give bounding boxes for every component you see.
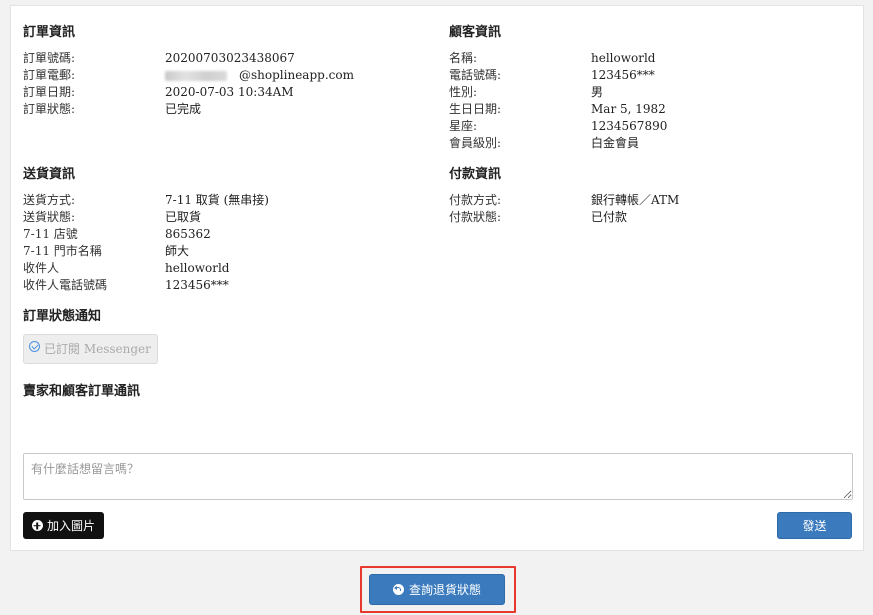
store-name-label: 7-11 門市名稱 [23,244,102,258]
store-number-value: 865362 [165,227,211,241]
customer-name-row: 名稱: helloworld [449,50,667,67]
send-button[interactable]: 發送 [777,512,852,539]
plus-circle-icon [31,520,43,531]
store-name-row: 7-11 門市名稱 師大 [23,243,269,260]
order-date-label: 訂單日期: [23,85,76,99]
redacted-email-user [165,70,227,81]
delivery-method-label: 送貨方式: [23,193,76,207]
customer-phone-value: 123456*** [591,68,655,82]
delivery-info-section: 送貨資訊 送貨方式: 7-11 取貨 (無串接) 送貨狀態: 已取貨 7-11 … [23,165,269,294]
return-status-button[interactable]: 查詢退貨狀態 [369,574,505,605]
customer-tier-row: 會員級別: 白金會員 [449,135,667,152]
payment-method-row: 付款方式: 銀行轉帳／ATM [449,192,679,209]
order-email-value: @shoplineapp.com [239,68,354,82]
recipient-label: 收件人 [23,261,60,275]
customer-info-title: 顧客資訊 [449,25,502,40]
customer-zodiac-label: 星座: [449,119,478,133]
customer-name-label: 名稱: [449,51,478,65]
customer-info-section: 顧客資訊 名稱: helloworld 電話號碼: 123456*** 性別: … [449,23,667,152]
order-email-row: 訂單電郵: @shoplineapp.com [23,67,354,84]
customer-tier-label: 會員級別: [449,136,502,150]
payment-status-value: 已付款 [591,210,628,224]
order-email-value-wrap: @shoplineapp.com [165,67,354,84]
return-status-label: 查詢退貨狀態 [408,583,481,597]
messenger-subscribed-button: 已訂閱 Messenger [23,334,158,364]
notification-section: 訂單狀態通知 [23,307,101,334]
customer-birthday-row: 生日日期: Mar 5, 1982 [449,101,667,118]
customer-birthday-label: 生日日期: [449,102,502,116]
order-info-title: 訂單資訊 [23,25,76,40]
check-circle-icon [29,340,40,352]
messaging-title: 賣家和顧客訂單通訊 [23,384,141,399]
customer-zodiac-value: 1234567890 [591,119,668,133]
customer-name-value: helloworld [591,51,656,65]
customer-phone-row: 電話號碼: 123456*** [449,67,667,84]
delivery-method-row: 送貨方式: 7-11 取貨 (無串接) [23,192,269,209]
customer-tier-value: 白金會員 [591,136,640,150]
order-status-label: 訂單狀態: [23,102,76,116]
store-number-label: 7-11 店號 [23,227,78,241]
delivery-info-title: 送貨資訊 [23,167,76,182]
add-image-label: 加入圖片 [46,519,95,533]
notification-title: 訂單狀態通知 [23,309,102,324]
add-image-button[interactable]: 加入圖片 [23,512,104,539]
payment-status-row: 付款狀態: 已付款 [449,209,679,226]
delivery-status-value: 已取貨 [165,210,202,224]
payment-info-title: 付款資訊 [449,167,502,182]
order-number-label: 訂單號碼: [23,51,76,65]
payment-status-label: 付款狀態: [449,210,502,224]
recipient-row: 收件人 helloworld [23,260,269,277]
order-detail-panel: 訂單資訊 訂單號碼: 20200703023438067 訂單電郵: @shop… [10,5,864,551]
delivery-method-value: 7-11 取貨 (無串接) [165,193,269,207]
order-date-row: 訂單日期: 2020-07-03 10:34AM [23,84,354,101]
customer-birthday-value: Mar 5, 1982 [591,102,666,116]
delivery-status-row: 送貨狀態: 已取貨 [23,209,269,226]
order-date-value: 2020-07-03 10:34AM [165,85,294,99]
order-number-value: 20200703023438067 [165,51,295,65]
order-email-label: 訂單電郵: [23,68,76,82]
recipient-phone-value: 123456*** [165,278,229,292]
customer-gender-value: 男 [591,85,604,99]
order-status-row: 訂單狀態: 已完成 [23,101,354,118]
recipient-phone-row: 收件人電話號碼 123456*** [23,277,269,294]
payment-info-section: 付款資訊 付款方式: 銀行轉帳／ATM 付款狀態: 已付款 [449,165,679,226]
delivery-status-label: 送貨狀態: [23,210,76,224]
customer-zodiac-row: 星座: 1234567890 [449,118,667,135]
order-info-section: 訂單資訊 訂單號碼: 20200703023438067 訂單電郵: @shop… [23,23,354,118]
payment-method-value: 銀行轉帳／ATM [591,193,680,207]
recipient-value: helloworld [165,261,230,275]
customer-gender-label: 性別: [449,85,478,99]
return-arrow-icon [392,584,404,595]
store-number-row: 7-11 店號 865362 [23,226,269,243]
customer-phone-label: 電話號碼: [449,68,502,82]
payment-method-label: 付款方式: [449,193,502,207]
recipient-phone-label: 收件人電話號碼 [23,278,108,292]
message-input[interactable] [23,453,853,500]
store-name-value: 師大 [165,244,190,258]
messenger-subscribed-label: 已訂閱 Messenger [44,342,151,356]
order-number-row: 訂單號碼: 20200703023438067 [23,50,354,67]
order-status-value: 已完成 [165,102,202,116]
customer-gender-row: 性別: 男 [449,84,667,101]
